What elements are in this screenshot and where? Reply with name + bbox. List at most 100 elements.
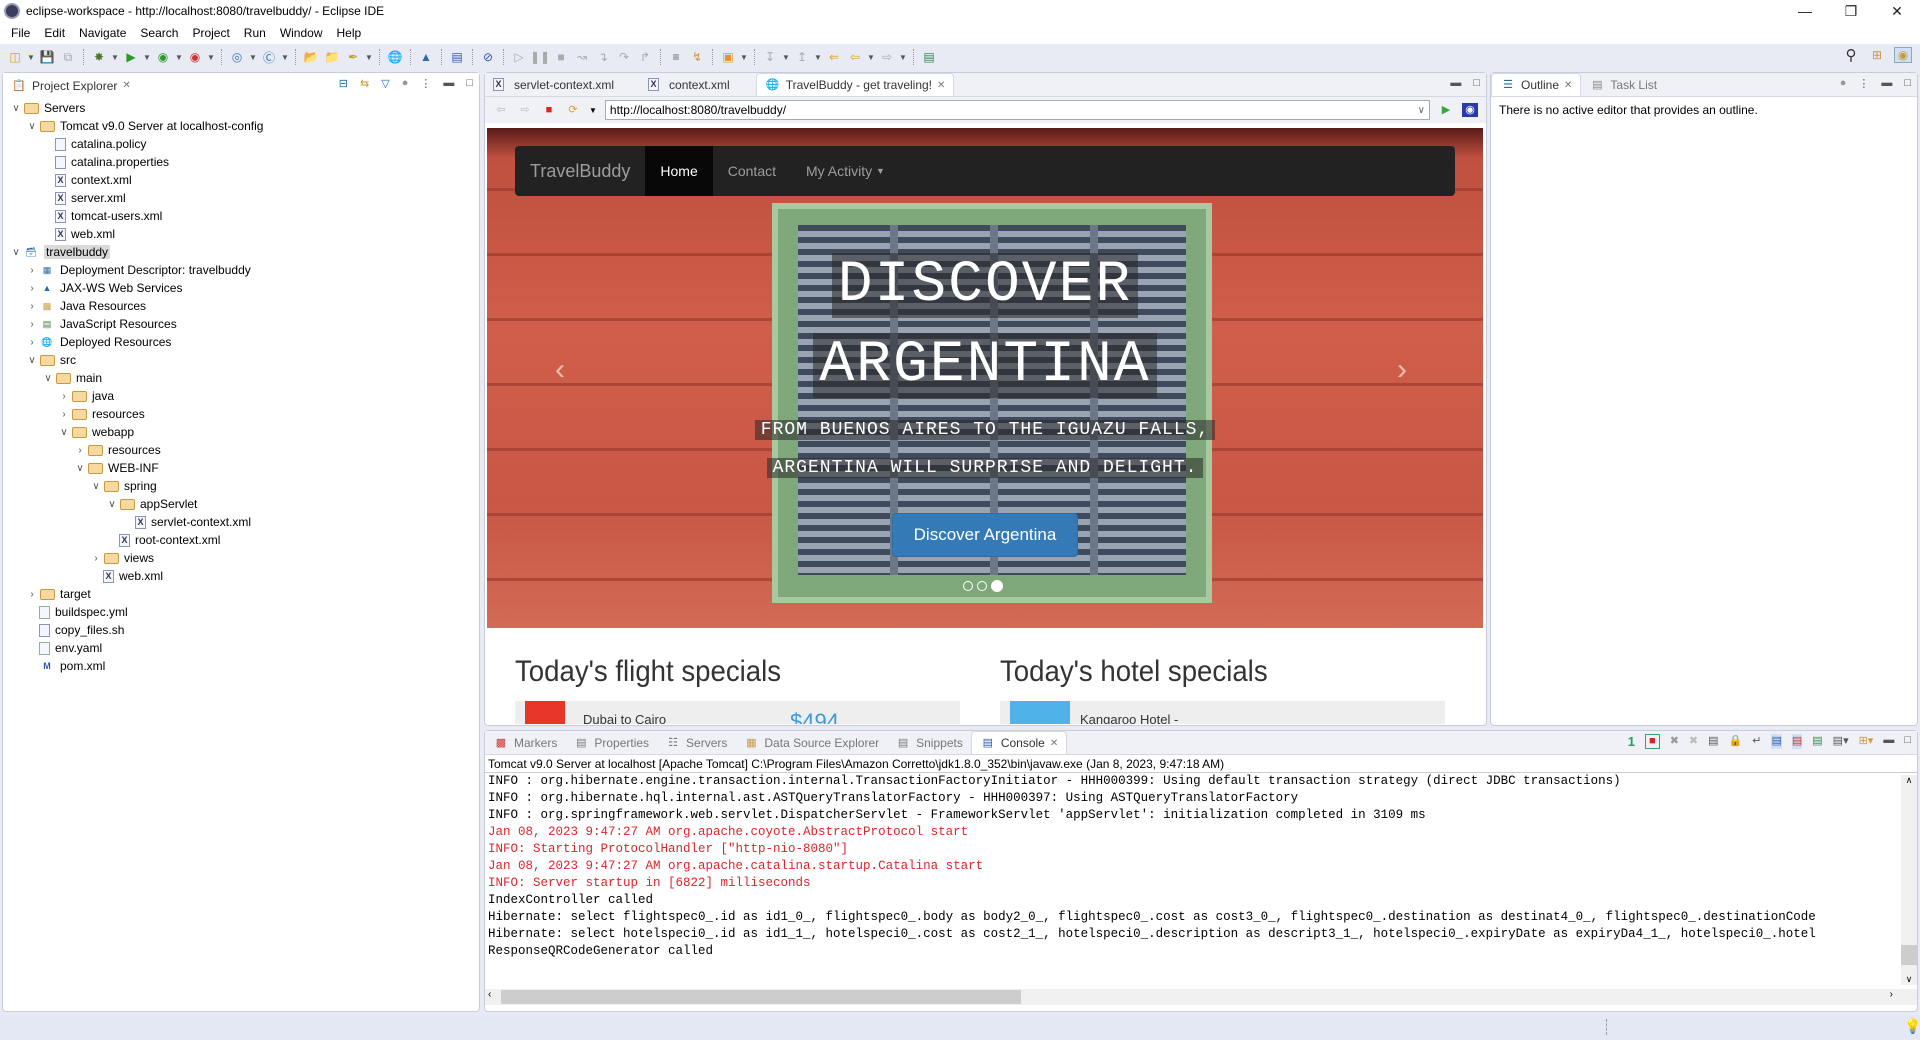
coverage-dropdown-icon[interactable]: ▼ (175, 49, 183, 65)
chevron-right-icon[interactable]: › (25, 283, 39, 294)
refresh-icon[interactable]: ⟳ (565, 103, 581, 117)
scroll-lock-icon[interactable]: 🔒 (1729, 734, 1743, 749)
terminate-icon[interactable]: ■ (1645, 734, 1660, 749)
close-icon[interactable]: ✕ (122, 80, 130, 91)
resume-icon[interactable]: ▷ (510, 49, 528, 65)
nav-contact[interactable]: Contact (713, 146, 791, 196)
step-over-icon[interactable]: ↷ (615, 49, 633, 65)
display-console-icon[interactable]: ▤▾ (1833, 734, 1849, 749)
flight-special-card[interactable]: Dubai to Cairo $494 (515, 701, 960, 724)
run-icon[interactable]: ▶ (122, 49, 140, 65)
tree-item[interactable]: Xweb.xml (3, 567, 479, 585)
scroll-thumb[interactable] (1901, 945, 1917, 965)
tab-outline[interactable]: ☰ Outline ✕ (1491, 73, 1582, 96)
tree-item[interactable]: › ▦ Deployment Descriptor: travelbuddy (3, 261, 479, 279)
next-annotation-icon[interactable]: ↧ (761, 49, 779, 65)
tip-lightbulb-icon[interactable]: 💡 (1904, 1018, 1920, 1035)
tree-item[interactable]: ∨ src (3, 351, 479, 369)
url-history-dropdown-icon[interactable]: ∨ (1418, 105, 1425, 116)
open-type-icon[interactable]: 📂 (302, 49, 320, 65)
filter-icon[interactable]: ▽ (381, 77, 389, 90)
back-dropdown-icon[interactable]: ▼ (867, 49, 875, 65)
last-edit-location-icon[interactable]: ⇐ (825, 49, 843, 65)
open-perspective-box-icon[interactable]: ▣ (719, 49, 737, 65)
globe-icon[interactable]: 🌐 (386, 49, 404, 65)
new-spring-icon[interactable]: Ⓒ (260, 49, 278, 65)
menu-run[interactable]: Run (237, 26, 273, 40)
minimize-icon[interactable]: ▬ (443, 77, 454, 90)
console-vertical-scrollbar[interactable]: ∧ ∨ (1901, 775, 1917, 985)
carousel-indicator-active[interactable] (991, 580, 1003, 592)
tree-item[interactable]: ∨ 🗃 travelbuddy (3, 243, 479, 261)
carousel-indicator[interactable] (977, 581, 987, 591)
carousel-prev-icon[interactable]: ‹ (555, 353, 565, 387)
working-sets-icon[interactable]: ● (402, 77, 409, 90)
tree-item[interactable]: › target (3, 585, 479, 603)
minimize-icon[interactable]: ▬ (1883, 734, 1894, 749)
chevron-down-icon[interactable]: ∨ (25, 121, 39, 132)
clear-console-icon[interactable]: ▤ (1708, 734, 1718, 749)
nav-my-activity[interactable]: My Activity ▼ (791, 146, 900, 196)
tree-item[interactable]: › ▲ JAX-WS Web Services (3, 279, 479, 297)
tab-task-list[interactable]: ▤ Task List (1581, 73, 1665, 96)
tab-servers[interactable]: ☷ Servers (657, 731, 735, 754)
save-icon[interactable]: 💾 (38, 49, 56, 65)
view-menu-icon[interactable]: ⋮ (420, 77, 431, 90)
debug-dropdown-icon[interactable]: ▼ (111, 49, 119, 65)
tree-item[interactable]: ∨ spring (3, 477, 479, 495)
discover-argentina-button[interactable]: Discover Argentina (892, 513, 1078, 557)
chevron-right-icon[interactable]: › (25, 337, 39, 348)
chevron-right-icon[interactable]: › (57, 391, 71, 402)
menu-file[interactable]: File (4, 26, 37, 40)
maximize-icon[interactable]: □ (1473, 77, 1480, 89)
tree-item[interactable]: copy_files.sh (3, 621, 479, 639)
new-icon[interactable]: ◫ (6, 49, 24, 65)
tree-item[interactable]: catalina.properties (3, 153, 479, 171)
step-into-icon[interactable]: ↴ (594, 49, 612, 65)
maximize-icon[interactable]: □ (1904, 734, 1911, 749)
carousel-indicator[interactable] (963, 581, 973, 591)
tab-properties[interactable]: ▤ Properties (565, 731, 657, 754)
console-horizontal-scrollbar[interactable]: ‹ › (485, 989, 1917, 1005)
maximize-icon[interactable]: □ (466, 77, 473, 90)
previous-annotation-icon[interactable]: ↥ (793, 49, 811, 65)
working-sets-icon[interactable]: ● (1840, 77, 1847, 90)
tree-item[interactable]: Xtomcat-users.xml (3, 207, 479, 225)
go-icon[interactable]: ▶ (1438, 103, 1454, 117)
menu-help[interactable]: Help (330, 26, 369, 40)
scroll-right-icon[interactable]: › (1890, 989, 1893, 1000)
back-icon[interactable]: ⇦ (493, 103, 509, 117)
tab-travelbuddy-browser[interactable]: 🌐 TravelBuddy - get traveling! ✕ (755, 73, 955, 96)
chevron-down-icon[interactable]: ∨ (9, 247, 23, 258)
pen-icon[interactable]: ✒ (344, 49, 362, 65)
maximize-icon[interactable]: □ (1904, 77, 1911, 90)
skip-breakpoints-icon[interactable]: ⊘ (479, 49, 497, 65)
chevron-right-icon[interactable]: › (25, 319, 39, 330)
minimize-button[interactable]: — (1782, 0, 1828, 22)
menu-search[interactable]: Search (133, 26, 185, 40)
new-spring-dropdown-icon[interactable]: ▼ (281, 49, 289, 65)
open-task-icon[interactable]: 📁 (323, 49, 341, 65)
search-icon[interactable]: ⚲ (1842, 47, 1860, 64)
run-dropdown-icon[interactable]: ▼ (143, 49, 151, 65)
remove-all-terminated-icon[interactable]: ✖ (1689, 734, 1698, 749)
chevron-right-icon[interactable]: › (57, 409, 71, 420)
external-tools-dropdown-icon[interactable]: ▼ (207, 49, 215, 65)
tree-item[interactable]: ∨ Servers (3, 99, 479, 117)
save-all-icon[interactable]: ⧉ (59, 49, 77, 65)
new-server-dropdown-icon[interactable]: ▼ (249, 49, 257, 65)
tab-data-source-explorer[interactable]: ▦ Data Source Explorer (735, 731, 887, 754)
tree-item[interactable]: Xweb.xml (3, 225, 479, 243)
chevron-down-icon[interactable]: ∨ (89, 481, 103, 492)
close-button[interactable]: ✕ (1874, 0, 1920, 22)
chevron-right-icon[interactable]: › (25, 301, 39, 312)
pin-console-icon[interactable]: ▤ (1812, 734, 1822, 749)
view-menu-icon[interactable]: ⋮ (1858, 77, 1869, 90)
tree-item[interactable]: ∨ main (3, 369, 479, 387)
menu-project[interactable]: Project (185, 26, 236, 40)
open-console-icon[interactable]: ⊞▾ (1859, 734, 1874, 749)
terminate-icon[interactable]: ■ (552, 49, 570, 65)
forward-icon[interactable]: ⇨ (517, 103, 533, 117)
external-tools-icon[interactable]: ◉ (186, 49, 204, 65)
tree-item[interactable]: ∨ appServlet (3, 495, 479, 513)
